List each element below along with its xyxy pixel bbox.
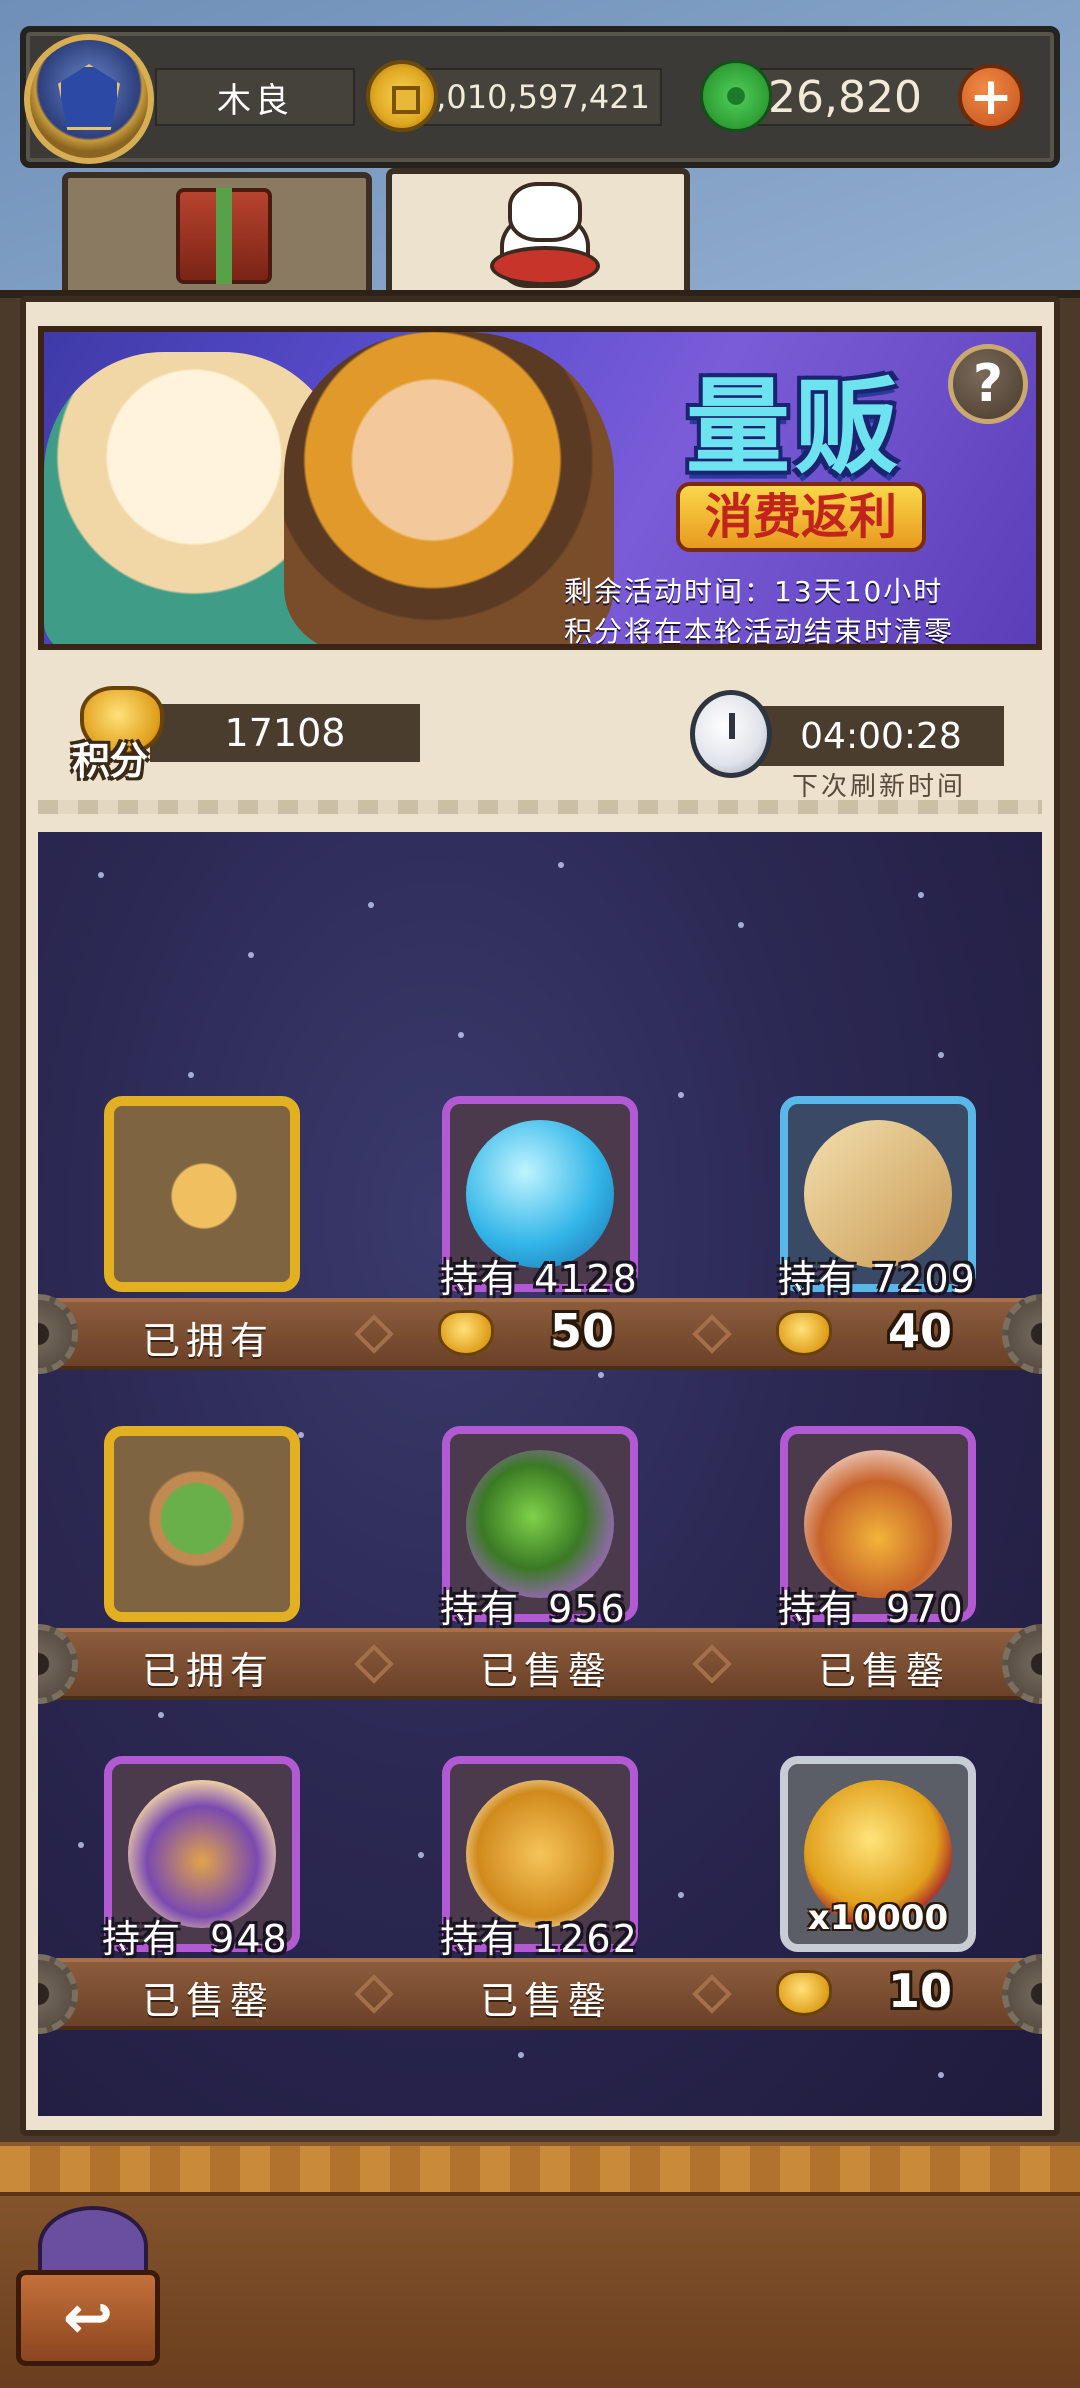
green-pet-icon (130, 1452, 278, 1600)
points-reset-note: 积分将在本轮活动结束时清零 (564, 615, 955, 648)
add-jade-button[interactable]: + (958, 64, 1024, 130)
sparkle-star (248, 952, 254, 958)
peacock-orb-icon (466, 1450, 614, 1598)
player-avatar[interactable] (24, 34, 154, 164)
armor-orb-icon (128, 1780, 276, 1928)
sparkle-star (918, 892, 924, 898)
held-count: 持有 4128 (440, 1257, 639, 1301)
rank-emblem-icon (58, 64, 120, 130)
points-heart-icon (776, 1310, 832, 1356)
gold-coin-count: 2,010,597,421 (412, 68, 662, 126)
points-value: 17108 (150, 704, 420, 762)
tab-gift-pack[interactable] (62, 172, 372, 302)
sparkle-star (938, 2072, 944, 2078)
shop-item-card[interactable] (104, 1096, 300, 1292)
sparkle-star (738, 922, 744, 928)
sparkle-star (418, 1852, 424, 1858)
mountain-orb-icon (804, 1450, 952, 1598)
lucky-cat-icon (490, 182, 600, 290)
sparkle-star (158, 1712, 164, 1718)
item-price[interactable]: 40 (888, 1304, 952, 1358)
player-name: 木良 (155, 68, 355, 126)
points-heart-icon (776, 1970, 832, 2016)
banner-title: 量贩 (685, 366, 902, 488)
sparkle-star (558, 862, 564, 868)
sparkle-star (98, 872, 104, 878)
item-quantity: x10000 (807, 1898, 949, 1938)
bottom-trim (0, 2146, 1080, 2196)
item-status: 已售罄 (817, 1649, 950, 1693)
item-status: 已拥有 (141, 1319, 274, 1363)
event-banner: 量贩 消费返利 剩余活动时间：13天10小时 积分将在本轮活动结束时清零 (38, 326, 1042, 650)
held-count: 持有 948 (102, 1917, 289, 1961)
item-status: 已拥有 (141, 1649, 274, 1693)
gold-coin-icon (366, 60, 438, 132)
refresh-timer-label: 下次刷新时间 (792, 772, 967, 802)
points-heart-icon (438, 1310, 494, 1356)
sparkle-star (78, 1842, 84, 1848)
stopwatch-icon (690, 690, 772, 778)
sparkle-star (678, 1092, 684, 1098)
sparkle-star (678, 1892, 684, 1898)
jade-count: 26,820 (740, 68, 980, 126)
sparkle-star (458, 1032, 464, 1038)
points-label: 积分 (72, 739, 149, 783)
item-status: 已售罄 (141, 1979, 274, 2023)
jade-icon (700, 60, 772, 132)
item-price[interactable]: 10 (888, 1964, 952, 2018)
back-arrow-icon: ↩ (16, 2270, 160, 2366)
sparkle-star (368, 902, 374, 908)
held-count: 持有 1262 (440, 1917, 639, 1961)
sparkle-star (938, 1052, 944, 1058)
help-button[interactable]: ? (948, 344, 1028, 424)
remaining-time-text: 剩余活动时间：13天10小时 (564, 575, 944, 608)
sparkle-star (598, 1372, 604, 1378)
refresh-timer: 04:00:28 (758, 706, 1004, 766)
item-price[interactable]: 50 (550, 1304, 614, 1358)
blue-orb-icon (466, 1120, 614, 1268)
back-button[interactable]: ↩ (16, 2206, 166, 2374)
sparkle-star (518, 2052, 524, 2058)
held-count: 持有 970 (778, 1587, 965, 1631)
star-badge-icon (130, 1122, 278, 1270)
sparkle-star (188, 1072, 194, 1078)
badge-orb-icon (466, 1780, 614, 1928)
banner-subtitle: 消费返利 (676, 482, 926, 552)
shop-grid: 已拥有 持有 4128 50 持有 7209 40 已拥有 持有 956 已售罄 持有 970 已… (38, 832, 1042, 2116)
held-count: 持有 956 (440, 1587, 627, 1631)
shop-item-card[interactable]: x10000 (780, 1756, 976, 1952)
shop-item-card[interactable] (104, 1426, 300, 1622)
held-count: 持有 7209 (778, 1257, 977, 1301)
item-status: 已售罄 (479, 1979, 612, 2023)
item-status: 已售罄 (479, 1649, 612, 1693)
gift-box-icon (176, 188, 272, 284)
rune-stone-icon (804, 1120, 952, 1268)
panel-divider (38, 800, 1042, 814)
tab-lucky-cat[interactable] (386, 168, 690, 302)
